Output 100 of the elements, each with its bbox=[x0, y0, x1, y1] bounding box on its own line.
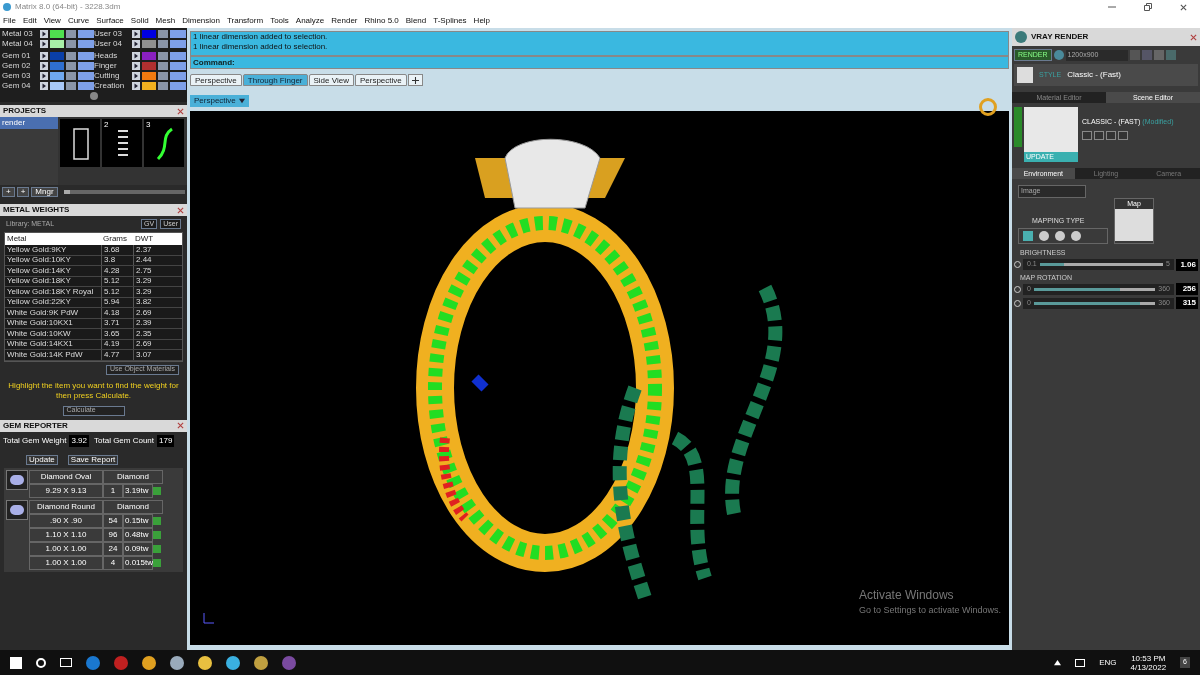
play-button[interactable] bbox=[40, 62, 48, 70]
search-icon[interactable] bbox=[36, 657, 46, 668]
collapse-icon[interactable] bbox=[89, 92, 98, 100]
layer-color-swatch[interactable] bbox=[142, 30, 156, 38]
layer-name[interactable]: Gem 01 bbox=[2, 51, 38, 61]
column-header[interactable]: DWT bbox=[133, 233, 165, 245]
view-tab[interactable]: Side View bbox=[308, 74, 354, 86]
mapping-type-selector[interactable] bbox=[1018, 228, 1108, 244]
close-icon[interactable] bbox=[177, 206, 184, 214]
layer-color-swatch[interactable] bbox=[50, 40, 64, 48]
layer-name[interactable]: Metal 03 bbox=[2, 29, 38, 39]
visibility-toggle[interactable] bbox=[170, 82, 186, 90]
zoom-slider-track[interactable] bbox=[63, 190, 185, 194]
menu-item[interactable]: T-Splines bbox=[433, 15, 467, 27]
layer-color-swatch[interactable] bbox=[142, 62, 156, 70]
play-button[interactable] bbox=[132, 72, 140, 80]
layer-color-swatch[interactable] bbox=[50, 52, 64, 60]
caret-icon[interactable] bbox=[1054, 659, 1062, 666]
project-thumbnail[interactable] bbox=[60, 119, 100, 167]
layer-color-swatch[interactable] bbox=[50, 82, 64, 90]
layer-color-swatch[interactable] bbox=[50, 30, 64, 38]
visibility-toggle[interactable] bbox=[170, 52, 186, 60]
menu-item[interactable]: Dimension bbox=[182, 15, 220, 27]
layer-name[interactable]: Gem 03 bbox=[2, 71, 38, 81]
caret-icon[interactable] bbox=[238, 98, 245, 104]
visibility-toggle[interactable] bbox=[170, 40, 186, 48]
update-button[interactable]: Update bbox=[26, 454, 58, 465]
layer-color-swatch[interactable] bbox=[142, 82, 156, 90]
play-button[interactable] bbox=[40, 40, 48, 48]
view-tab[interactable]: Perspective bbox=[190, 74, 242, 86]
layer-name[interactable]: Cutting bbox=[94, 71, 130, 81]
view-tab[interactable]: Perspective bbox=[354, 74, 407, 86]
menu-item[interactable]: Help bbox=[473, 15, 491, 27]
visibility-toggle[interactable] bbox=[78, 72, 94, 80]
layer-name[interactable]: Gem 04 bbox=[2, 81, 38, 91]
play-button[interactable] bbox=[132, 82, 140, 90]
menu-item[interactable]: Render bbox=[331, 15, 358, 27]
play-button[interactable] bbox=[132, 52, 140, 60]
collapse-handle[interactable] bbox=[1014, 107, 1022, 147]
layer-name[interactable]: User 03 bbox=[94, 29, 130, 39]
save-report-button[interactable]: Save Report bbox=[67, 454, 119, 465]
slider-value[interactable]: 315 bbox=[1176, 297, 1198, 309]
clock[interactable]: 10:53 PM 4/13/2022 bbox=[1130, 653, 1167, 672]
project-thumbnail[interactable]: 2 bbox=[102, 119, 142, 167]
close-icon[interactable] bbox=[1180, 3, 1187, 11]
menu-item[interactable]: Tools bbox=[270, 15, 289, 27]
menu-item[interactable]: Surface bbox=[96, 15, 124, 27]
menu-item[interactable]: Transform bbox=[226, 15, 264, 27]
project-thumbnail[interactable]: 3 bbox=[144, 119, 184, 167]
close-icon[interactable] bbox=[1190, 33, 1197, 41]
play-button[interactable] bbox=[40, 30, 48, 38]
close-icon[interactable] bbox=[177, 422, 184, 429]
layer-color-swatch[interactable] bbox=[142, 72, 156, 80]
slider-value[interactable]: 256 bbox=[1176, 283, 1198, 295]
column-header[interactable]: Metal bbox=[5, 233, 101, 245]
layer-color-swatch[interactable] bbox=[50, 62, 64, 70]
play-button[interactable] bbox=[132, 62, 140, 70]
layer-name[interactable]: Creation bbox=[94, 81, 130, 91]
layer-color-swatch[interactable] bbox=[142, 40, 156, 48]
layer-name[interactable]: Gem 02 bbox=[2, 61, 38, 71]
viewport-dropdown[interactable]: Perspective bbox=[190, 95, 249, 107]
slider-value[interactable]: 1.06 bbox=[1176, 258, 1198, 271]
view-tab[interactable]: Through Finger bbox=[242, 74, 308, 86]
menu-item[interactable]: File bbox=[3, 15, 16, 27]
layer-color-swatch[interactable] bbox=[50, 72, 64, 80]
menu-item[interactable]: Edit bbox=[22, 15, 37, 27]
menu-item[interactable]: View bbox=[43, 15, 61, 27]
play-button[interactable] bbox=[40, 72, 48, 80]
visibility-toggle[interactable] bbox=[78, 62, 94, 70]
close-icon[interactable] bbox=[177, 107, 184, 115]
language-indicator[interactable]: ENG bbox=[1099, 656, 1117, 669]
visibility-toggle[interactable] bbox=[170, 72, 186, 80]
start-icon[interactable] bbox=[10, 656, 22, 669]
layer-name[interactable]: Metal 04 bbox=[2, 39, 38, 49]
viewport[interactable]: Perspective Activate Windows Go to Settings to activate Windows. bbox=[190, 86, 1009, 645]
layer-name[interactable]: User 04 bbox=[94, 39, 130, 49]
layer-name[interactable]: Finger bbox=[94, 61, 130, 71]
menu-item[interactable]: Rhino 5.0 bbox=[364, 15, 399, 27]
visibility-toggle[interactable] bbox=[78, 52, 94, 60]
task-view-icon[interactable] bbox=[60, 658, 72, 667]
command-field[interactable]: Command: bbox=[190, 56, 1009, 69]
project-button[interactable]: Mngr bbox=[31, 187, 58, 197]
add-tab-button[interactable] bbox=[407, 74, 423, 86]
column-header[interactable]: Grams bbox=[101, 233, 133, 245]
play-button[interactable] bbox=[132, 30, 140, 38]
menu-item[interactable]: Analyze bbox=[295, 15, 325, 27]
project-item[interactable]: render bbox=[0, 117, 58, 129]
project-button[interactable]: + bbox=[16, 187, 30, 197]
play-button[interactable] bbox=[40, 82, 48, 90]
project-button[interactable]: + bbox=[2, 187, 15, 197]
visibility-toggle[interactable] bbox=[170, 30, 186, 38]
play-button[interactable] bbox=[40, 52, 48, 60]
menu-item[interactable]: Curve bbox=[67, 15, 90, 27]
menu-item[interactable]: Mesh bbox=[155, 15, 176, 27]
visibility-toggle[interactable] bbox=[78, 30, 94, 38]
menu-item[interactable]: Blend bbox=[405, 15, 427, 27]
layer-color-swatch[interactable] bbox=[142, 52, 156, 60]
visibility-toggle[interactable] bbox=[78, 40, 94, 48]
play-button[interactable] bbox=[132, 40, 140, 48]
menu-item[interactable]: Solid bbox=[130, 15, 149, 27]
